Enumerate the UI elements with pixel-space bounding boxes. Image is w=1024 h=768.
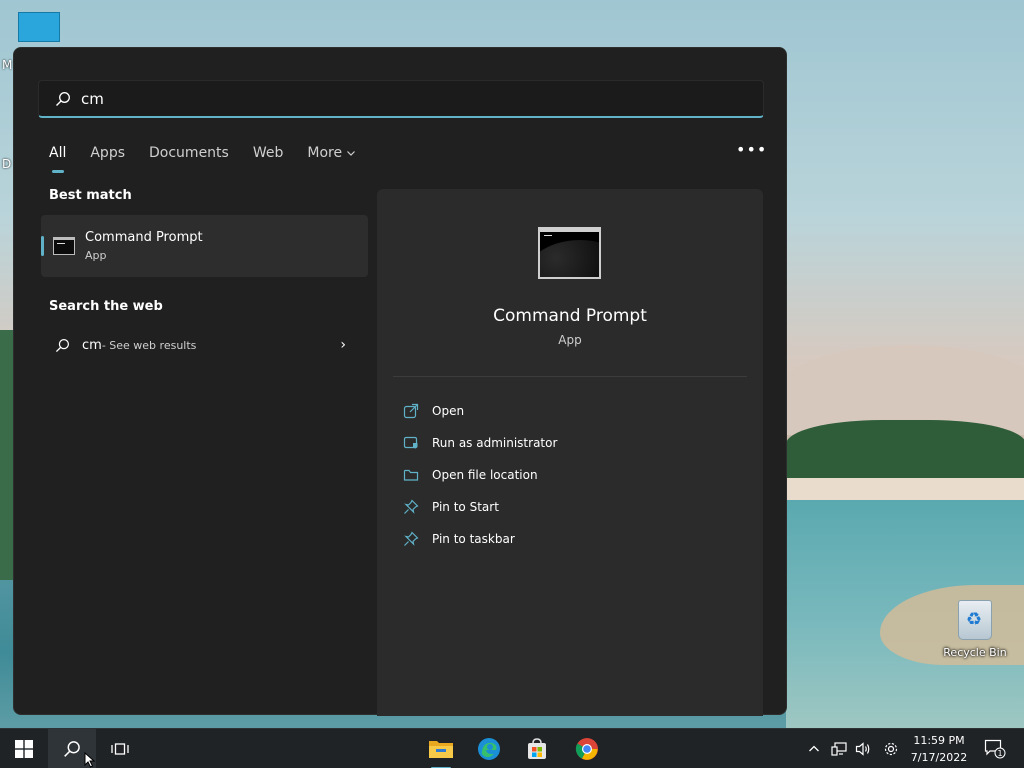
tab-web[interactable]: Web: [253, 145, 284, 161]
edge-browser-button[interactable]: [465, 729, 513, 768]
chrome-browser-button[interactable]: [563, 729, 611, 768]
notification-count: 1: [997, 749, 1002, 758]
network-icon: [831, 742, 847, 756]
edge-icon: [478, 738, 500, 760]
clock[interactable]: 11:59 PM 7/17/2022: [906, 732, 972, 766]
more-options-button[interactable]: •••: [736, 140, 767, 159]
tab-label: All: [49, 145, 67, 161]
tab-apps[interactable]: Apps: [90, 145, 125, 161]
store-icon: [528, 738, 546, 759]
recycle-bin-label: Recycle Bin: [943, 646, 1007, 659]
search-icon: [64, 741, 80, 757]
action-label: Pin to Start: [432, 500, 499, 514]
show-hidden-icons-button[interactable]: [804, 729, 824, 768]
result-preview-pane: Command Prompt App Open Run as administr…: [377, 189, 763, 716]
desktop-icon-label-partial: D: [2, 157, 12, 171]
pin-icon: [404, 531, 419, 546]
action-open[interactable]: Open: [403, 395, 557, 427]
search-filter-tabs: All Apps Documents Web More: [49, 145, 356, 173]
taskbar: 11:59 PM 7/17/2022 1: [0, 728, 1024, 768]
file-explorer-button[interactable]: [417, 729, 465, 768]
network-button[interactable]: [828, 729, 850, 768]
best-match-heading: Best match: [49, 188, 132, 203]
web-results-suffix: - See web results: [101, 338, 197, 352]
action-pin-to-start[interactable]: Pin to Start: [403, 491, 557, 523]
wallpaper-hill-left: [0, 330, 14, 580]
action-label: Pin to taskbar: [432, 532, 515, 546]
tab-label: Documents: [149, 145, 229, 161]
search-box[interactable]: [38, 80, 764, 118]
desktop-icon-label-partial: M: [2, 58, 13, 72]
selection-indicator: [41, 236, 44, 256]
folder-icon: [403, 469, 419, 481]
open-external-icon: [403, 403, 419, 419]
action-pin-to-taskbar[interactable]: Pin to taskbar: [403, 523, 557, 555]
result-name: Command Prompt: [85, 230, 203, 245]
chevron-up-icon: [809, 745, 819, 752]
action-run-as-administrator[interactable]: Run as administrator: [403, 427, 557, 459]
start-button[interactable]: [0, 729, 48, 768]
volume-button[interactable]: [852, 729, 874, 768]
preview-title: Command Prompt: [493, 306, 647, 326]
result-kind: App: [85, 249, 107, 262]
recycle-bin-desktop-icon[interactable]: Recycle Bin: [940, 600, 1010, 659]
tab-documents[interactable]: Documents: [149, 145, 229, 161]
windows-logo-icon: [15, 740, 33, 758]
search-input[interactable]: [81, 89, 721, 108]
web-search-result[interactable]: cm - See web results ›: [41, 332, 356, 358]
command-prompt-icon: [538, 227, 601, 279]
results-list: Best match Command Prompt App Search the…: [41, 188, 368, 358]
action-label: Run as administrator: [432, 436, 558, 450]
desktop-icon-monitor[interactable]: [18, 12, 60, 42]
search-icon: [55, 338, 70, 352]
recycle-bin-icon: [958, 600, 992, 640]
microsoft-store-button[interactable]: [513, 729, 561, 768]
tab-label: Web: [252, 145, 284, 161]
task-view-button[interactable]: [96, 729, 144, 768]
notification-icon: 1: [984, 739, 1006, 759]
search-panel: All Apps Documents Web More ••• Best mat…: [13, 47, 787, 716]
web-query: cm: [82, 337, 102, 353]
command-prompt-icon: [53, 237, 75, 255]
chrome-icon: [575, 738, 598, 760]
tab-label: More: [307, 145, 343, 161]
admin-shield-icon: [403, 436, 418, 449]
clock-time: 11:59 PM: [913, 734, 965, 747]
tab-all[interactable]: All: [49, 145, 67, 173]
clock-date: 7/17/2022: [910, 751, 968, 764]
gear-icon: [884, 742, 898, 756]
preview-kind: App: [558, 333, 582, 347]
file-explorer-icon: [429, 741, 453, 758]
search-web-heading: Search the web: [49, 299, 163, 314]
divider: [393, 376, 747, 377]
wallpaper-trees: [786, 420, 1024, 480]
chevron-down-icon: [347, 151, 356, 156]
notification-center-button[interactable]: 1: [982, 729, 1008, 768]
settings-tray-button[interactable]: [880, 729, 902, 768]
best-match-result[interactable]: Command Prompt App: [41, 215, 368, 277]
mouse-cursor-icon: [84, 752, 96, 768]
action-label: Open file location: [432, 468, 538, 482]
chevron-right-icon: ›: [340, 337, 346, 353]
action-open-file-location[interactable]: Open file location: [403, 459, 557, 491]
action-label: Open: [432, 404, 465, 418]
speaker-icon: [855, 742, 870, 756]
task-view-icon: [111, 743, 129, 755]
pin-icon: [404, 499, 419, 514]
preview-actions: Open Run as administrator Open file loca…: [403, 395, 557, 555]
tab-more[interactable]: More: [307, 145, 356, 161]
tab-label: Apps: [90, 145, 126, 161]
search-icon: [56, 91, 70, 106]
